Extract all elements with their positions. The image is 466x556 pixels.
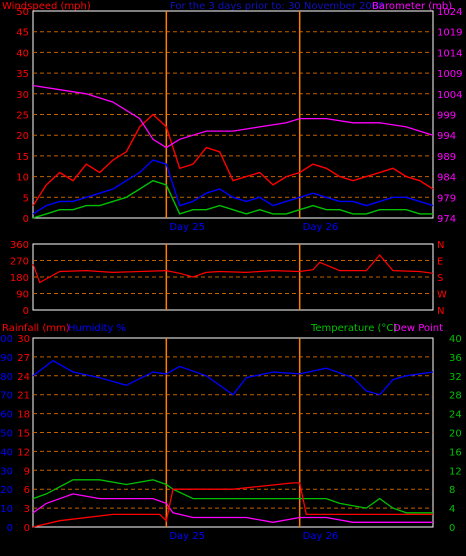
humidity-tick-label: 60 [0, 410, 13, 421]
humidity-tick-label: 0 [7, 523, 13, 534]
barometer-tick-label: 1009 [437, 69, 462, 80]
windspeed-tick-label: 10 [16, 173, 29, 184]
temperature-tick-label: 20 [449, 429, 462, 440]
day-label: Day 26 [303, 531, 339, 542]
temperature-tick-label: 32 [449, 372, 462, 383]
day-label: Day 25 [169, 531, 205, 542]
temperature-tick-label: 8 [449, 485, 455, 496]
rain-tick-label: 27 [17, 353, 30, 364]
direction-tick-label: 360 [10, 240, 29, 251]
humidity-tick-label: 50 [0, 429, 13, 440]
windspeed-tick-label: 30 [16, 90, 29, 101]
temperature-tick-label: 24 [449, 410, 462, 421]
direction-tick-label: 90 [16, 290, 29, 301]
compass-tick-label: E [437, 257, 443, 268]
windspeed-tick-label: 15 [16, 152, 29, 163]
humidity-tick-label: 100 [0, 334, 13, 345]
rain-tick-label: 21 [17, 391, 30, 402]
temperature-tick-label: 16 [449, 447, 462, 458]
windspeed-tick-label: 35 [16, 69, 29, 80]
barometer-tick-label: 989 [437, 152, 456, 163]
direction-tick-label: 0 [23, 306, 29, 317]
humidity-tick-label: 30 [0, 466, 13, 477]
barometer-tick-label: 999 [437, 111, 456, 122]
rain-tick-label: 15 [17, 429, 30, 440]
windspeed-tick-label: 5 [23, 193, 29, 204]
day-label: Day 26 [303, 222, 339, 233]
windspeed-tick-label: 40 [16, 48, 29, 59]
direction-tick-label: 270 [10, 257, 29, 268]
humidity-tick-label: 80 [0, 372, 13, 383]
compass-tick-label: N [437, 306, 444, 317]
barometer-tick-label: 984 [437, 173, 456, 184]
dewpoint-axis-title: Dew Point [393, 323, 443, 334]
barometer-tick-label: 974 [437, 214, 456, 225]
rain-tick-label: 18 [17, 410, 30, 421]
temperature-tick-label: 28 [449, 391, 462, 402]
date-caption: For the 3 days prior to: 30 November 200… [170, 1, 385, 12]
humidity-axis-title: Humidity % [68, 323, 126, 334]
temperature-tick-label: 12 [449, 466, 462, 477]
day-label: Day 25 [169, 222, 205, 233]
barometer-tick-label: 1024 [437, 7, 462, 18]
chart-background [0, 0, 466, 556]
rain-tick-label: 12 [17, 447, 30, 458]
barometer-tick-label: 1014 [437, 48, 462, 59]
windspeed-tick-label: 20 [16, 131, 29, 142]
compass-tick-label: S [437, 273, 443, 284]
temperature-tick-label: 40 [449, 334, 462, 345]
temperature-tick-label: 36 [449, 353, 462, 364]
windspeed-tick-label: 45 [16, 28, 29, 39]
temperature-tick-label: 4 [449, 504, 455, 515]
rain-tick-label: 6 [24, 485, 30, 496]
compass-tick-label: W [437, 290, 447, 301]
temperature-axis-title: Temperature (°C) [310, 323, 397, 334]
rain-tick-label: 9 [24, 466, 30, 477]
temperature-tick-label: 0 [449, 523, 455, 534]
weather-chart: Windspeed (mph) For the 3 days prior to:… [0, 0, 466, 556]
barometer-tick-label: 1004 [437, 90, 462, 101]
rain-tick-label: 3 [24, 504, 30, 515]
barometer-tick-label: 994 [437, 131, 456, 142]
humidity-tick-label: 40 [0, 447, 13, 458]
windspeed-tick-label: 25 [16, 111, 29, 122]
windspeed-tick-label: 50 [16, 7, 29, 18]
humidity-tick-label: 10 [0, 504, 13, 515]
humidity-tick-label: 20 [0, 485, 13, 496]
humidity-tick-label: 90 [0, 353, 13, 364]
barometer-tick-label: 979 [437, 193, 456, 204]
compass-tick-label: N [437, 240, 444, 251]
rain-tick-label: 0 [24, 523, 30, 534]
rain-tick-label: 24 [17, 372, 30, 383]
rainfall-axis-title: Rainfall (mm) [2, 323, 70, 334]
direction-tick-label: 180 [10, 273, 29, 284]
barometer-tick-label: 1019 [437, 28, 462, 39]
windspeed-tick-label: 0 [23, 214, 29, 225]
rain-tick-label: 30 [17, 334, 30, 345]
humidity-tick-label: 70 [0, 391, 13, 402]
